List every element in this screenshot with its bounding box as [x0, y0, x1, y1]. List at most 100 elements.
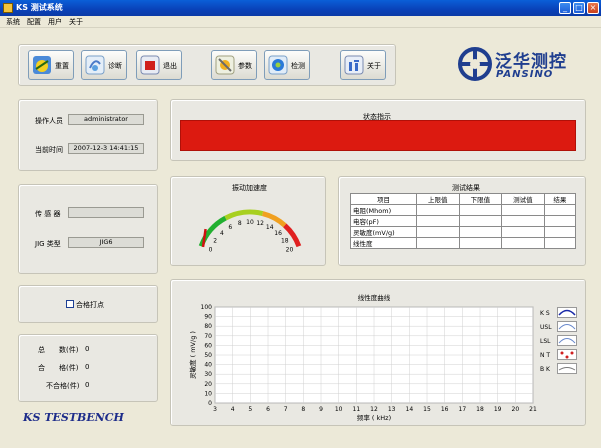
- cell: [543, 237, 577, 249]
- gauge-tick-label: 20: [286, 247, 294, 254]
- menu-config[interactable]: 配置: [27, 17, 41, 27]
- pass-count-value: 0: [85, 363, 90, 371]
- cell: [543, 226, 577, 238]
- about-button[interactable]: 关于: [340, 50, 386, 80]
- window-title: KS 测试系统: [16, 3, 63, 12]
- x-tick-label: 14: [406, 406, 414, 413]
- x-tick-label: 18: [476, 406, 484, 413]
- legend-usl-swatch: [557, 321, 577, 332]
- title-bar[interactable]: KS 测试系统 _ □ ×: [0, 0, 601, 16]
- cell: [501, 204, 545, 216]
- exit-label: 退出: [163, 62, 177, 70]
- x-tick-label: 4: [231, 406, 235, 413]
- legend-lsl-label: LSL: [540, 338, 551, 345]
- y-tick-label: 100: [201, 304, 213, 311]
- diagnose-button[interactable]: 诊断: [81, 50, 127, 80]
- gauge-tick-label: 18: [281, 238, 289, 245]
- table-row: 电容(pF): [350, 215, 577, 227]
- cell: [458, 204, 503, 216]
- legend-nt-swatch: [557, 349, 577, 360]
- x-axis-label: 频率 ( kHz): [357, 413, 391, 422]
- operator-panel: [18, 99, 158, 171]
- operator-label: 操作人员: [35, 117, 63, 125]
- y-tick-label: 30: [204, 371, 212, 378]
- cell: [458, 226, 503, 238]
- maximize-button[interactable]: □: [573, 2, 585, 14]
- gauge-band: [224, 209, 264, 221]
- menu-system[interactable]: 系统: [6, 17, 20, 27]
- cell: [501, 215, 545, 227]
- mark-checkbox[interactable]: [66, 300, 74, 308]
- gauge-tick-label: 4: [220, 230, 224, 237]
- company-logo: 泛华测控 PANSINO: [455, 45, 585, 85]
- gauge-tick-label: 0: [209, 247, 213, 254]
- header-lower: 下限值: [458, 193, 503, 205]
- logo-english-name: PANSINO: [496, 69, 554, 80]
- header-upper: 上限值: [416, 193, 460, 205]
- detect-button[interactable]: 检测: [264, 50, 310, 80]
- gauge-tick-label: 2: [213, 238, 217, 245]
- reset-button[interactable]: 重置: [28, 50, 74, 80]
- x-tick-label: 13: [388, 406, 396, 413]
- fail-count-label: 不合格(件): [46, 382, 80, 390]
- vibration-gauge: 02468 10 12141618 20: [198, 209, 302, 254]
- row-name: 电阻(Mhom): [350, 204, 417, 216]
- exit-button[interactable]: 退出: [136, 50, 182, 80]
- y-axis-label: 灵敏度 ( mV/g ): [188, 331, 197, 379]
- header-result: 结果: [543, 193, 577, 205]
- header-item: 项目: [350, 193, 417, 205]
- menu-about[interactable]: 关于: [69, 17, 83, 27]
- legend-bk-swatch: [557, 363, 577, 374]
- legend-ks-label: K S: [540, 310, 550, 317]
- x-tick-label: 11: [353, 406, 361, 413]
- row-name: 线性度: [350, 237, 417, 249]
- linearity-chart: 线性度曲线 3 4 5 6 7 8 9 10 11 12 13 14 15 16 17 18 19 20 21 0 10 2…: [188, 293, 537, 422]
- diagnose-label: 诊断: [108, 62, 122, 70]
- legend-bk-label: B K: [540, 366, 550, 373]
- y-tick-label: 60: [204, 342, 212, 349]
- x-tick-label: 7: [284, 406, 288, 413]
- cell: [416, 204, 460, 216]
- legend-lsl-swatch: [557, 335, 577, 346]
- gauge-tick-label: 10: [246, 219, 254, 226]
- params-button[interactable]: 参数: [211, 50, 257, 80]
- results-title: 测试结果: [452, 184, 480, 192]
- cell: [416, 226, 460, 238]
- menu-bar: 系统 配置 用户 关于: [0, 16, 601, 28]
- x-tick-label: 16: [441, 406, 449, 413]
- x-tick-label: 20: [512, 406, 520, 413]
- chart-title: 线性度曲线: [358, 293, 391, 302]
- x-tick-label: 12: [370, 406, 378, 413]
- jig-field[interactable]: JIG6: [68, 237, 144, 248]
- cell: [501, 237, 545, 249]
- app-icon: [3, 3, 13, 13]
- x-tick-label: 3: [213, 406, 217, 413]
- x-tick-label: 5: [248, 406, 252, 413]
- cell: [543, 215, 577, 227]
- reset-label: 重置: [55, 62, 69, 70]
- close-button[interactable]: ×: [587, 2, 599, 14]
- table-row: 线性度: [350, 237, 577, 249]
- sensor-field[interactable]: [68, 207, 144, 218]
- total-count-label: 总 数(件): [38, 346, 79, 354]
- row-name: 电容(pF): [350, 215, 417, 227]
- x-tick-label: 10: [335, 406, 343, 413]
- y-tick-label: 70: [204, 333, 212, 340]
- x-tick-label: 6: [266, 406, 270, 413]
- operator-field: administrator: [68, 114, 144, 125]
- header-measured: 测试值: [501, 193, 545, 205]
- legend-ks-swatch: [557, 307, 577, 318]
- cell: [416, 215, 460, 227]
- y-tick-label: 10: [204, 390, 212, 397]
- mark-option-label: 合格打点: [76, 301, 104, 309]
- results-table: 项目 上限值 下限值 测试值 结果 电阻(Mhom) 电容(pF) 灵敏度(mV…: [350, 193, 577, 249]
- x-tick-label: 21: [529, 406, 537, 413]
- cell: [543, 204, 577, 216]
- row-name: 灵敏度(mV/g): [350, 226, 417, 238]
- menu-user[interactable]: 用户: [48, 17, 62, 27]
- params-icon: [215, 55, 235, 75]
- gauge-tick-label: 8: [238, 220, 242, 227]
- datetime-field: 2007-12-3 14:41:15: [68, 143, 144, 154]
- pass-count-label: 合 格(件): [38, 364, 79, 372]
- minimize-button[interactable]: _: [559, 2, 571, 14]
